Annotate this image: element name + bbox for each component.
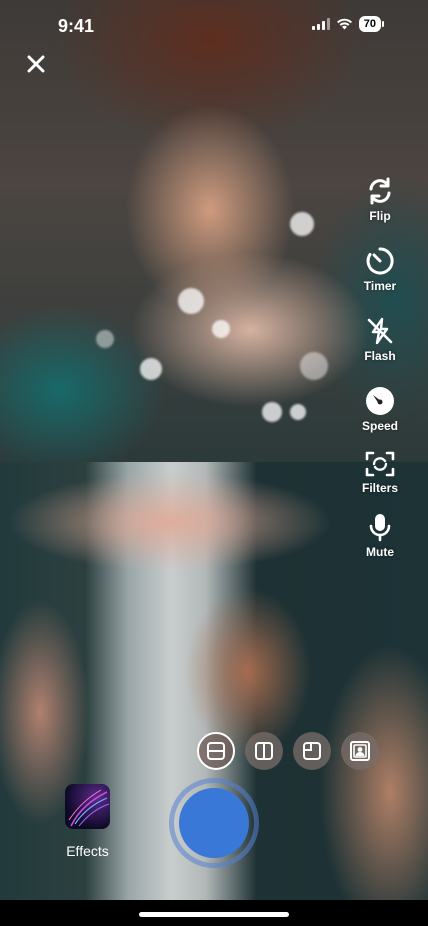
layout-split-vertical-icon — [255, 742, 273, 760]
flip-label: Flip — [369, 209, 391, 223]
flip-camera-button[interactable]: Flip — [350, 176, 410, 223]
close-icon — [27, 55, 45, 73]
mute-button[interactable]: Mute — [350, 512, 410, 559]
cellular-signal-icon — [311, 18, 330, 30]
flash-button[interactable]: Flash — [350, 316, 410, 363]
layout-portrait-button[interactable] — [341, 732, 379, 770]
speed-label: Speed — [361, 419, 398, 433]
timer-button[interactable]: Timer — [350, 246, 410, 293]
battery-cap — [382, 21, 384, 27]
close-button[interactable] — [22, 50, 50, 78]
flash-label: Flash — [364, 349, 396, 363]
wifi-icon — [336, 18, 352, 30]
status-icons: 70 — [311, 16, 384, 32]
microphone-icon — [369, 514, 391, 542]
timer-label: Timer — [363, 279, 397, 293]
status-time: 9:41 — [58, 16, 95, 36]
bokeh-light — [300, 352, 328, 380]
speed-icon — [366, 387, 394, 415]
bokeh-light — [178, 288, 204, 314]
battery-indicator: 70 — [358, 16, 381, 32]
layout-split-vertical-button[interactable] — [245, 732, 283, 770]
effects-thumbnail[interactable] — [65, 784, 110, 829]
effects-feather-icon — [68, 789, 110, 827]
layout-split-horizontal-button[interactable] — [197, 732, 235, 770]
bokeh-light — [140, 358, 162, 380]
bokeh-light — [262, 402, 282, 422]
shutter-button[interactable] — [179, 788, 249, 858]
bokeh-light — [212, 320, 230, 338]
filters-icon — [365, 451, 395, 477]
layout-portrait-icon — [350, 741, 370, 761]
filters-button[interactable]: Filters — [350, 450, 410, 495]
speed-button[interactable]: Speed — [350, 386, 410, 433]
bokeh-light — [290, 212, 314, 236]
flip-icon — [369, 177, 391, 205]
mute-label: Mute — [366, 545, 394, 559]
layout-pip-button[interactable] — [293, 732, 331, 770]
layout-pip-icon — [303, 742, 321, 760]
layout-split-horizontal-icon — [207, 742, 225, 760]
bokeh-light — [96, 330, 114, 348]
bokeh-light — [290, 404, 306, 420]
home-indicator[interactable] — [139, 912, 289, 917]
effects-label[interactable]: Effects — [50, 843, 125, 859]
flash-off-icon — [367, 317, 393, 345]
timer-icon — [366, 247, 394, 275]
filters-label: Filters — [361, 481, 398, 495]
